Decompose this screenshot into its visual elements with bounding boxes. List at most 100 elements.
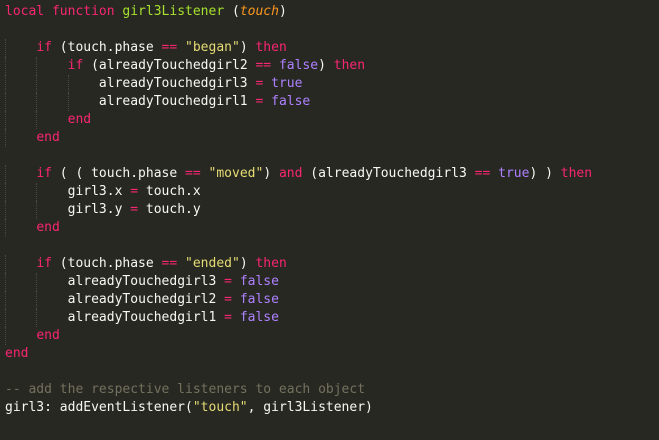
indent-guide [67,75,69,93]
code-line[interactable]: alreadyTouchedgirl1 = false [5,93,592,111]
code-token: "ended" [185,256,240,271]
code-token: alreadyTouchedgirl1 [98,94,256,109]
code-token: = [224,310,232,325]
indent-guide [5,309,6,327]
code-token: (touch.phase [51,256,162,271]
code-line[interactable]: end [5,345,592,363]
code-token: alreadyTouchedgirl2 [67,292,225,307]
code-token: == [161,40,178,55]
code-token: end [5,346,29,361]
code-line[interactable]: -- add the respective listeners to each … [5,381,592,399]
code-line[interactable] [5,147,592,165]
code-token: alreadyTouchedgirl1 [67,310,225,325]
code-token: true [498,166,530,181]
code-line[interactable]: girl3.y = touch.y [5,201,592,219]
code-token: false [239,292,279,307]
code-token: "touch" [192,400,248,415]
code-token: touch.x [138,184,201,199]
code-token: ) [263,166,279,181]
code-token: touch [239,4,279,19]
code-token: ) [318,58,334,73]
code-token: ( [224,4,240,19]
code-line[interactable] [5,237,592,255]
code-line[interactable]: alreadyTouchedgirl3 = true [5,75,592,93]
indent-guide [5,57,6,75]
code-line[interactable]: if (touch.phase == "began") then [5,39,592,57]
indent-guide [36,57,38,75]
code-line[interactable] [5,21,592,39]
code-token: ) [278,4,287,19]
indent-guide [36,273,38,291]
code-token: end [67,112,92,127]
code-token: then [255,40,287,55]
code-line[interactable]: alreadyTouchedgirl3 = false [5,273,592,291]
code-token: = [224,274,232,289]
code-token: false [239,274,279,289]
indent-guide [67,93,69,111]
code-token: , girl3Listener) [247,400,373,415]
indent-guide [5,255,6,273]
code-line[interactable]: end [5,327,592,345]
code-token: = [224,292,232,307]
code-token: ( ( touch.phase [51,166,186,181]
code-token: alreadyTouchedgirl3 [98,76,256,91]
code-line[interactable]: if (alreadyTouchedgirl2 == false) then [5,57,592,75]
code-token: girl3.y [67,202,131,217]
indent-guide [36,201,38,219]
code-token: then [333,58,366,73]
indent-guide [5,93,6,111]
code-line[interactable]: girl3.x = touch.x [5,183,592,201]
code-token: girl3Listener [122,4,225,19]
code-token: -- add the respective listeners to each … [5,382,366,397]
code-line[interactable]: end [5,111,592,129]
code-token: = [130,184,139,199]
code-line[interactable]: end [5,219,592,237]
code-line[interactable]: girl3: addEventListener("touch", girl3Li… [5,399,592,417]
code-token: == [161,256,178,271]
code-token: then [560,166,593,181]
code-token: ) ) [529,166,561,181]
code-token: end [36,328,60,343]
code-line[interactable]: end [5,129,592,147]
code-token: = [130,202,139,217]
code-token: touch.y [138,202,201,217]
code-line[interactable]: if ( ( touch.phase == "moved") and (alre… [5,165,592,183]
code-line[interactable]: local function girl3Listener (touch) [5,3,592,21]
code-line[interactable]: alreadyTouchedgirl2 = false [5,291,592,309]
indent-guide [5,39,6,57]
indent-guide [5,273,6,291]
code-token: (alreadyTouchedgirl3 [302,166,475,181]
code-editor[interactable]: local function girl3Listener (touch) if … [0,0,659,440]
code-line[interactable] [5,363,592,381]
code-area[interactable]: local function girl3Listener (touch) if … [5,3,592,417]
indent-guide [36,183,38,201]
code-line[interactable]: alreadyTouchedgirl1 = false [5,309,592,327]
code-token: false [239,310,279,325]
code-token: "began" [185,40,240,55]
code-token: end [36,130,60,145]
code-token: if [36,40,52,55]
indent-guide [36,309,38,327]
code-token: false [278,58,319,73]
code-token: ) [239,40,256,55]
code-token: "moved" [208,166,264,181]
indent-guide [5,219,6,237]
indent-guide [5,201,6,219]
indent-guide [36,291,38,309]
code-line[interactable]: if (touch.phase == "ended") then [5,255,592,273]
code-token: false [271,94,311,109]
